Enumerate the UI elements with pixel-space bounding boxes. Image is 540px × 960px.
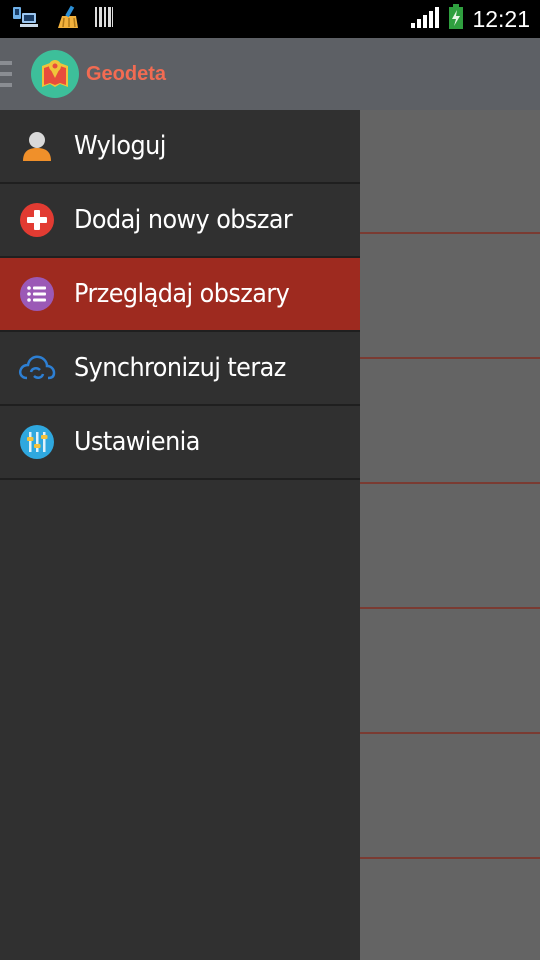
list-divider	[360, 482, 540, 484]
action-bar: Geodeta	[0, 38, 540, 110]
list-divider	[360, 357, 540, 359]
content-area	[360, 110, 540, 960]
menu-item-add-area[interactable]: Dodaj nowy obszar	[0, 184, 360, 258]
menu-item-label: Ustawienia	[74, 427, 200, 457]
app-screen: 12:21 Geodeta Wyloguj Dodaj nowy obszar …	[0, 0, 540, 960]
clock: 12:21	[472, 5, 530, 32]
notification-icons	[12, 4, 114, 35]
map-pin-book-icon[interactable]	[31, 50, 79, 98]
menu-item-logout[interactable]: Wyloguj	[0, 110, 360, 184]
cloud-sync-icon	[18, 349, 56, 387]
system-status: 12:21	[410, 3, 530, 35]
add-circle-icon	[18, 201, 56, 239]
menu-item-sync-now[interactable]: Synchronizuj teraz	[0, 332, 360, 406]
signal-icon	[410, 5, 440, 34]
navigation-drawer: Wyloguj Dodaj nowy obszar Przeglądaj obs…	[0, 110, 360, 960]
barcode-icon	[94, 6, 114, 33]
list-icon	[18, 275, 56, 313]
menu-item-browse-areas[interactable]: Przeglądaj obszary	[0, 258, 360, 332]
usb-debug-icon	[12, 5, 40, 34]
user-icon	[18, 127, 56, 165]
app-title: Geodeta	[86, 62, 167, 85]
menu-item-label: Synchronizuj teraz	[74, 353, 286, 383]
battery-charging-icon	[448, 3, 464, 35]
clean-master-icon	[54, 4, 80, 35]
status-bar: 12:21	[0, 0, 540, 38]
drawer-menu-icon[interactable]	[0, 54, 14, 94]
list-divider	[360, 732, 540, 734]
menu-item-settings[interactable]: Ustawienia	[0, 406, 360, 480]
list-divider	[360, 607, 540, 609]
sliders-icon	[18, 423, 56, 461]
list-divider	[360, 232, 540, 234]
menu-item-label: Wyloguj	[74, 131, 166, 161]
list-divider	[360, 857, 540, 859]
menu-item-label: Dodaj nowy obszar	[74, 205, 293, 235]
menu-item-label: Przeglądaj obszary	[74, 279, 290, 309]
